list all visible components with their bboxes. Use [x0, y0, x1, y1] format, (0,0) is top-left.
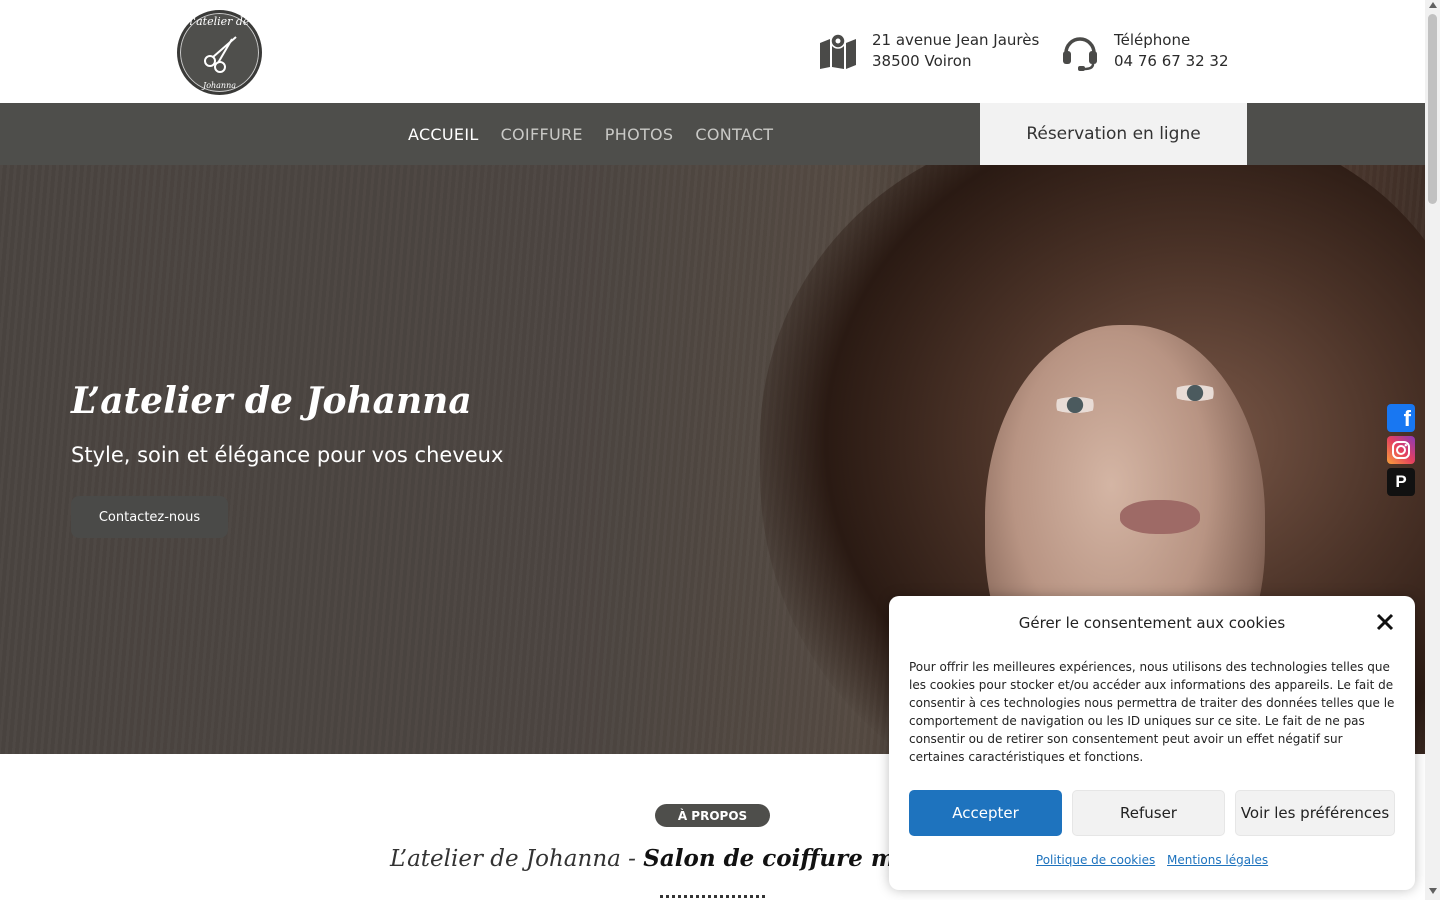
scrollbar-thumb[interactable] — [1428, 14, 1437, 204]
hero-subtitle: Style, soin et élégance pour vos cheveux — [71, 443, 504, 467]
about-badge: À PROPOS — [655, 804, 770, 827]
phone-label: Téléphone — [1114, 31, 1191, 49]
nav-item-photos[interactable]: PHOTOS — [605, 125, 674, 144]
about-title-part1: L’atelier de Johanna — [390, 846, 621, 872]
close-icon[interactable] — [1375, 612, 1395, 632]
preferences-button[interactable]: Voir les préférences — [1235, 790, 1395, 836]
hero-title: L’atelier de Johanna — [71, 380, 472, 422]
site-header: l'atelier de Johanna 21 avenue Jean Jaur… — [0, 0, 1425, 103]
address-line-1: 21 avenue Jean Jaurès — [872, 31, 1040, 49]
logo-text-bottom: Johanna — [202, 81, 237, 90]
phone-number[interactable]: 04 76 67 32 32 — [1114, 51, 1229, 72]
address-block: 21 avenue Jean Jaurès 38500 Voiron — [818, 30, 1039, 72]
cookie-description: Pour offrir les meilleures expériences, … — [909, 660, 1395, 764]
contact-us-button[interactable]: Contactez-nous — [71, 496, 228, 538]
scissors-icon — [204, 36, 237, 73]
hero-image-eye-right — [1170, 385, 1220, 401]
cookie-policy-link[interactable]: Politique de cookies — [1036, 853, 1155, 867]
map-icon — [820, 33, 856, 69]
phone-block: Téléphone 04 76 67 32 32 — [1060, 30, 1229, 72]
cookie-title: Gérer le consentement aux cookies — [1018, 614, 1286, 632]
nav-item-contact[interactable]: CONTACT — [695, 125, 773, 144]
refuse-button[interactable]: Refuser — [1072, 790, 1225, 836]
instagram-icon[interactable] — [1387, 436, 1415, 464]
nav-item-accueil[interactable]: ACCUEIL — [408, 125, 479, 144]
cookie-consent-modal: Gérer le consentement aux cookies Pour o… — [889, 596, 1415, 890]
facebook-icon[interactable]: f — [1387, 404, 1415, 432]
about-title-separator: - — [620, 846, 644, 872]
nav-item-coiffure[interactable]: COIFFURE — [501, 125, 583, 144]
reservation-button[interactable]: Réservation en ligne — [980, 103, 1247, 165]
accept-button[interactable]: Accepter — [909, 790, 1062, 836]
dotted-divider — [660, 895, 765, 899]
site-logo[interactable]: l'atelier de Johanna — [177, 10, 262, 95]
address-line-2: 38500 Voiron — [872, 52, 972, 70]
instagram-glyph — [1392, 441, 1410, 459]
scroll-down-icon[interactable] — [1429, 888, 1437, 894]
cookie-links: Politique de cookies Mentions légales — [889, 853, 1415, 867]
main-nav: ACCUEIL COIFFURE PHOTOS CONTACT — [408, 103, 773, 165]
scroll-up-icon[interactable] — [1429, 2, 1437, 8]
planity-icon[interactable]: P — [1387, 468, 1415, 496]
hero-image-lips — [1120, 500, 1200, 534]
legal-notice-link[interactable]: Mentions légales — [1167, 853, 1268, 867]
headset-icon — [1063, 37, 1097, 71]
hero-image-eye-left — [1050, 397, 1100, 413]
